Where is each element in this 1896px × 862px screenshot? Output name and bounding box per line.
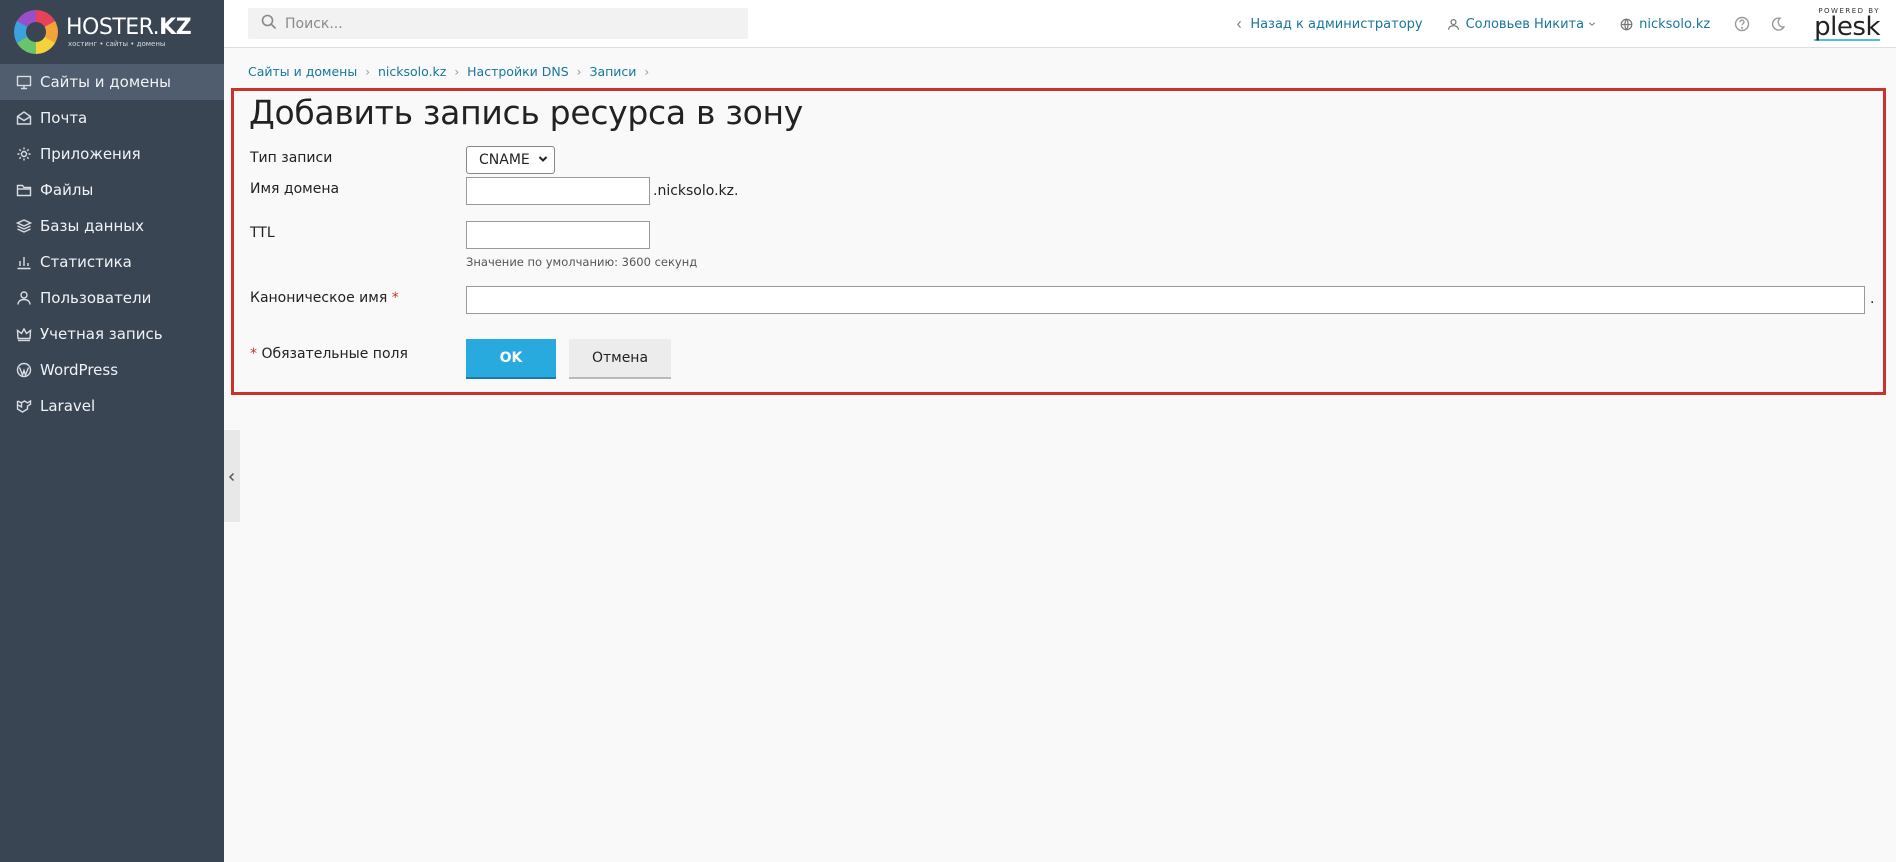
user-name: Соловьев Никита xyxy=(1465,16,1585,32)
breadcrumb-item-dns-settings[interactable]: Настройки DNS xyxy=(467,64,568,79)
sidebar-item-wordpress[interactable]: WordPress xyxy=(0,352,224,388)
powered-by-plesk-logo: POWERED BY plesk xyxy=(1814,7,1880,41)
sidebar-collapse-handle[interactable] xyxy=(224,430,240,522)
required-asterisk: * xyxy=(391,290,399,306)
chevron-right-icon: › xyxy=(454,64,460,79)
required-fields-note: * Обязательные поля xyxy=(250,346,408,362)
sidebar-item-label: Файлы xyxy=(40,181,94,199)
dark-mode-moon-icon[interactable] xyxy=(1770,16,1786,32)
ttl-input[interactable] xyxy=(466,221,650,249)
sidebar-item-websites-domains[interactable]: Сайты и домены xyxy=(0,64,224,100)
bar-chart-icon xyxy=(15,254,32,271)
sidebar-item-label: Пользователи xyxy=(40,289,152,307)
search-icon xyxy=(261,14,277,34)
chevron-left-icon xyxy=(228,467,236,486)
hoster-logo-icon xyxy=(14,10,58,54)
chevron-right-icon: › xyxy=(576,64,582,79)
sidebar-item-applications[interactable]: Приложения xyxy=(0,136,224,172)
layers-icon xyxy=(15,218,32,235)
breadcrumb-item-domain[interactable]: nicksolo.kz xyxy=(378,64,446,79)
sidebar-item-label: Почта xyxy=(40,109,88,127)
search-box[interactable] xyxy=(248,8,748,39)
sidebar-item-databases[interactable]: Базы данных xyxy=(0,208,224,244)
sidebar-item-label: Статистика xyxy=(40,253,132,271)
user-menu[interactable]: Соловьев Никита xyxy=(1447,17,1596,32)
plesk-wordmark: plesk xyxy=(1814,12,1880,42)
sidebar-nav: Сайты и домены Почта Приложения Файлы Ба… xyxy=(0,64,224,424)
record-type-value: CNAME xyxy=(479,152,530,168)
sidebar-item-statistics[interactable]: Статистика xyxy=(0,244,224,280)
ttl-hint: Значение по умолчанию: 3600 секунд xyxy=(466,255,698,269)
sidebar-item-label: WordPress xyxy=(40,361,119,379)
wordpress-icon xyxy=(15,362,32,379)
page-title: Добавить запись ресурса в зону xyxy=(249,93,803,132)
sidebar-item-mail[interactable]: Почта xyxy=(0,100,224,136)
user-icon xyxy=(15,290,32,307)
breadcrumb-item-websites-domains[interactable]: Сайты и домены xyxy=(248,64,357,79)
globe-icon xyxy=(1620,18,1633,31)
top-bar: Назад к администратору Соловьев Никита n… xyxy=(224,0,1896,48)
mail-icon xyxy=(15,110,32,127)
laravel-icon xyxy=(15,398,32,415)
breadcrumb: Сайты и домены › nicksolo.kz › Настройки… xyxy=(248,64,657,79)
sidebar-item-label: Базы данных xyxy=(40,217,144,235)
canonical-suffix: . xyxy=(1870,291,1875,307)
sidebar-item-account[interactable]: Учетная запись xyxy=(0,316,224,352)
sidebar-item-label: Laravel xyxy=(40,397,96,415)
sidebar-item-label: Учетная запись xyxy=(40,325,163,343)
chevron-right-icon: › xyxy=(644,64,650,79)
search-input[interactable] xyxy=(285,15,725,32)
chevron-left-icon xyxy=(1235,20,1244,29)
domain-label: nicksolo.kz xyxy=(1639,16,1711,32)
domain-name-input[interactable] xyxy=(466,177,650,205)
cancel-button[interactable]: Отмена xyxy=(569,339,671,379)
domain-name-label: Имя домена xyxy=(250,181,340,197)
folder-icon xyxy=(15,182,32,199)
domain-suffix: .nicksolo.kz. xyxy=(653,183,739,199)
brand-logo[interactable]: HOSTER.KZ хостинг • сайты • домены xyxy=(0,0,224,64)
help-icon[interactable] xyxy=(1734,16,1750,32)
user-icon xyxy=(1447,18,1460,31)
monitor-icon xyxy=(15,74,32,91)
ttl-label: TTL xyxy=(250,225,275,241)
sidebar-item-label: Сайты и домены xyxy=(40,73,172,91)
sidebar-item-label: Приложения xyxy=(40,145,141,163)
breadcrumb-item-records[interactable]: Записи xyxy=(589,64,636,79)
record-type-select[interactable]: CNAME xyxy=(466,146,555,174)
sidebar: HOSTER.KZ хостинг • сайты • домены Сайты… xyxy=(0,0,224,862)
back-to-admin-label: Назад к администратору xyxy=(1250,16,1423,32)
chevron-right-icon: › xyxy=(365,64,370,79)
chevron-down-icon xyxy=(1588,20,1596,28)
add-dns-record-form: Добавить запись ресурса в зону Тип запис… xyxy=(231,88,1886,395)
canonical-name-input[interactable] xyxy=(466,286,1865,314)
required-asterisk: * xyxy=(250,346,257,362)
canonical-name-label: Каноническое имя * xyxy=(250,290,399,306)
ok-button[interactable]: OK xyxy=(466,339,556,379)
sidebar-item-laravel[interactable]: Laravel xyxy=(0,388,224,424)
chevron-down-icon xyxy=(538,152,548,168)
brand-tagline: хостинг • сайты • домены xyxy=(68,39,166,48)
record-type-label: Тип записи xyxy=(250,150,333,166)
brand-name: HOSTER.KZ xyxy=(66,14,192,40)
back-to-admin-link[interactable]: Назад к администратору xyxy=(1235,16,1423,32)
domain-link[interactable]: nicksolo.kz xyxy=(1620,17,1710,32)
sidebar-item-files[interactable]: Файлы xyxy=(0,172,224,208)
gear-icon xyxy=(15,146,32,163)
sidebar-item-users[interactable]: Пользователи xyxy=(0,280,224,316)
crown-icon xyxy=(15,326,32,343)
